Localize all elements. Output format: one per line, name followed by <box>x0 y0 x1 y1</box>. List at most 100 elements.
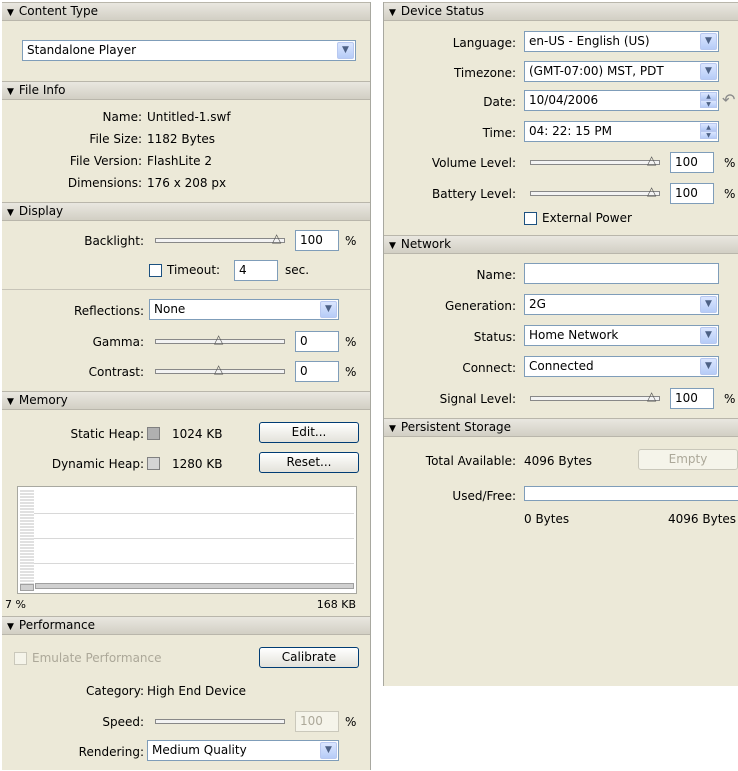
volume-input[interactable]: 100 <box>670 152 714 173</box>
section-title: Memory <box>18 393 68 407</box>
select-value: (GMT-07:00) MST, PDT <box>529 64 664 78</box>
dropdown-arrow-icon[interactable]: ▼ <box>700 296 717 313</box>
persistent-storage-header[interactable]: ▼ Persistent Storage <box>384 418 738 437</box>
emulate-performance-checkbox[interactable] <box>14 652 27 665</box>
dropdown-arrow-icon[interactable]: ▼ <box>700 327 717 344</box>
battery-slider[interactable]: △ <box>530 185 660 197</box>
gamma-label: Gamma: <box>92 335 144 349</box>
reset-button[interactable]: Reset... <box>259 452 359 473</box>
collapse-triangle-icon: ▼ <box>7 208 14 218</box>
dynamic-heap-value: 1280 KB <box>172 457 223 471</box>
percent-label: % <box>724 392 736 406</box>
spin-up-icon[interactable]: ▲ <box>700 92 717 100</box>
gamma-slider[interactable]: △ <box>155 333 285 345</box>
external-power-checkbox[interactable] <box>524 212 537 225</box>
content-type-select[interactable]: Standalone Player ▼ <box>22 40 356 61</box>
network-header[interactable]: ▼ Network <box>384 235 738 254</box>
date-spinner[interactable]: ▲ ▼ <box>700 92 717 109</box>
select-value: None <box>154 302 186 316</box>
total-available-label: Total Available: <box>425 454 516 468</box>
select-value: Connected <box>529 359 594 373</box>
percent-label: % <box>724 156 736 170</box>
language-select[interactable]: en-US - English (US) ▼ <box>524 31 719 52</box>
empty-button[interactable]: Empty <box>638 449 738 470</box>
percent-label: % <box>345 715 357 729</box>
section-title: Performance <box>18 618 95 632</box>
section-title: Persistent Storage <box>400 420 512 434</box>
dropdown-arrow-icon[interactable]: ▼ <box>700 33 717 50</box>
dropdown-arrow-icon[interactable]: ▼ <box>700 358 717 375</box>
time-spinner[interactable]: ▲ ▼ <box>700 123 717 140</box>
gridline <box>34 563 354 564</box>
time-field[interactable]: 04: 22: 15 PM ▲ ▼ <box>524 121 719 142</box>
select-value: en-US - English (US) <box>529 34 650 48</box>
speed-input[interactable]: 100 <box>295 711 339 732</box>
battery-label: Battery Level: <box>432 187 516 201</box>
percent-label: % <box>724 187 736 201</box>
spin-up-icon[interactable]: ▲ <box>700 123 717 131</box>
slider-thumb-icon[interactable]: △ <box>647 185 656 197</box>
gridline <box>34 513 354 514</box>
connect-select[interactable]: Connected ▼ <box>524 356 719 377</box>
generation-label: Generation: <box>445 299 516 313</box>
contrast-slider[interactable]: △ <box>155 363 285 375</box>
date-field[interactable]: 10/04/2006 ▲ ▼ <box>524 90 719 111</box>
contrast-input[interactable]: 0 <box>295 361 339 382</box>
revert-icon[interactable]: ↶ <box>722 90 735 109</box>
calibrate-button[interactable]: Calibrate <box>259 647 359 668</box>
spin-down-icon[interactable]: ▼ <box>700 131 717 139</box>
dropdown-arrow-icon[interactable]: ▼ <box>700 63 717 80</box>
file-version-value: FlashLite 2 <box>147 154 213 168</box>
spin-down-icon[interactable]: ▼ <box>700 100 717 108</box>
contrast-label: Contrast: <box>88 365 144 379</box>
device-status-header[interactable]: ▼ Device Status <box>384 2 738 21</box>
performance-header[interactable]: ▼ Performance <box>2 616 370 635</box>
rendering-select[interactable]: Medium Quality ▼ <box>147 740 339 761</box>
backlight-input[interactable]: 100 <box>295 230 339 251</box>
status-label: Status: <box>473 330 516 344</box>
timeout-input[interactable]: 4 <box>234 260 278 281</box>
free-bytes-value: 4096 Bytes <box>668 512 737 526</box>
file-version-label: File Version: <box>69 154 142 168</box>
memory-usage-percent: 7 % <box>5 598 26 611</box>
emulate-performance-label: Emulate Performance <box>32 651 162 665</box>
battery-input[interactable]: 100 <box>670 183 714 204</box>
signal-input[interactable]: 100 <box>670 388 714 409</box>
collapse-triangle-icon: ▼ <box>7 8 14 18</box>
slider-thumb-icon[interactable]: △ <box>647 154 656 166</box>
display-header[interactable]: ▼ Display <box>2 202 370 221</box>
backlight-slider[interactable]: △ <box>155 232 285 244</box>
content-type-header[interactable]: ▼ Content Type <box>2 2 370 21</box>
generation-select[interactable]: 2G ▼ <box>524 294 719 315</box>
status-select[interactable]: Home Network ▼ <box>524 325 719 346</box>
reflections-label: Reflections: <box>73 304 144 318</box>
dropdown-arrow-icon[interactable]: ▼ <box>320 742 337 759</box>
select-value: 2G <box>529 297 546 311</box>
external-power-label: External Power <box>542 211 632 225</box>
reflections-select[interactable]: None ▼ <box>149 299 339 320</box>
select-value: Medium Quality <box>152 743 247 757</box>
timeout-checkbox[interactable] <box>149 264 162 277</box>
memory-history-bar <box>35 583 354 589</box>
network-name-input[interactable] <box>524 263 719 284</box>
gamma-input[interactable]: 0 <box>295 331 339 352</box>
slider-thumb-icon[interactable]: △ <box>214 333 223 345</box>
slider-thumb-icon[interactable]: △ <box>272 232 281 244</box>
storage-usage-bar <box>524 486 738 501</box>
volume-slider[interactable]: △ <box>530 154 660 166</box>
slider-thumb-icon[interactable]: △ <box>647 390 656 402</box>
slider-thumb-icon[interactable]: △ <box>214 363 223 375</box>
signal-slider[interactable]: △ <box>530 390 660 402</box>
select-value: Standalone Player <box>27 43 137 57</box>
speed-label: Speed: <box>102 715 144 729</box>
speed-slider[interactable] <box>155 719 285 724</box>
memory-header[interactable]: ▼ Memory <box>2 391 370 410</box>
connect-label: Connect: <box>462 361 516 375</box>
dropdown-arrow-icon[interactable]: ▼ <box>337 42 354 59</box>
language-label: Language: <box>452 36 516 50</box>
timezone-select[interactable]: (GMT-07:00) MST, PDT ▼ <box>524 61 719 82</box>
edit-button[interactable]: Edit... <box>259 422 359 443</box>
category-label: Category: <box>86 684 144 698</box>
dropdown-arrow-icon[interactable]: ▼ <box>320 301 337 318</box>
file-info-header[interactable]: ▼ File Info <box>2 81 370 100</box>
